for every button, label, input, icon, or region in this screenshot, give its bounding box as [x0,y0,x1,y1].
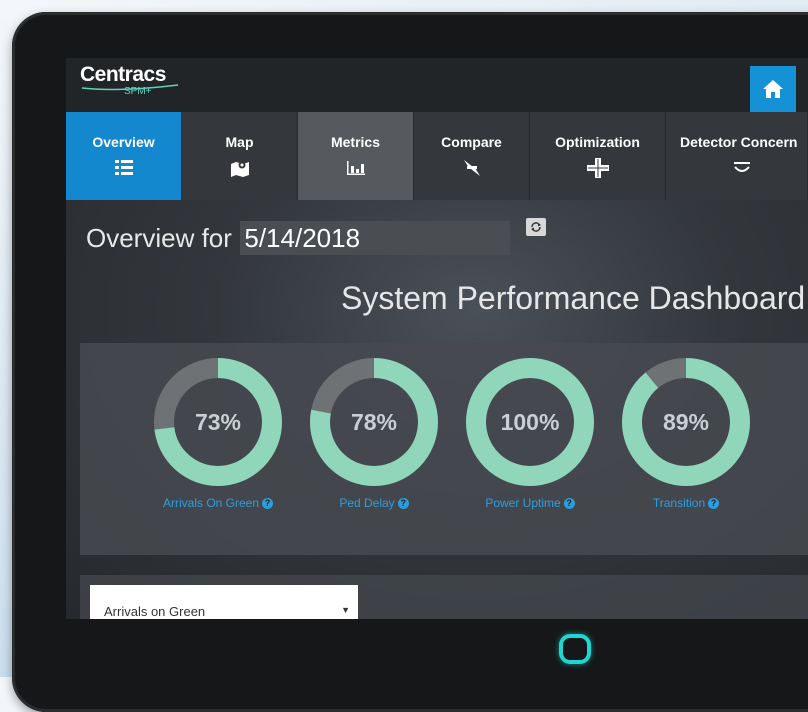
gauge-transition[interactable]: 89% Transition? [616,357,756,510]
overview-label: Overview for [86,222,232,253]
help-icon[interactable]: ? [397,498,409,509]
gauge-label[interactable]: Ped Delay? [304,496,444,510]
tab-label: Compare [441,134,502,150]
tab-detector-concern[interactable]: Detector Concern [666,112,808,200]
date-input[interactable]: 5/14/2018 [240,221,511,255]
detector-icon [732,158,752,178]
metric-panel: Arrivals on Green ▼ [80,575,808,619]
main-nav: Overview Map Metrics Compare Optimizatio… [66,112,808,200]
tab-metrics[interactable]: Metrics [298,112,414,200]
donut-chart: 100% [466,358,594,486]
gauge-label[interactable]: Arrivals On Green? [148,496,288,510]
home-button[interactable] [750,66,796,112]
refresh-icon [531,222,541,232]
gauge-ped-delay[interactable]: 78% Ped Delay? [304,357,444,510]
map-pin-icon [230,158,250,178]
metric-select[interactable]: Arrivals on Green ▼ [90,585,358,619]
tab-label: Detector Concern [680,134,798,150]
help-icon[interactable]: ? [262,498,274,509]
tablet-home-button[interactable] [559,634,591,664]
tab-compare[interactable]: Compare [414,112,530,200]
donut-value: 73% [195,409,241,435]
intersection-icon [586,158,609,178]
help-icon[interactable]: ? [708,498,720,509]
gauge-power-uptime[interactable]: 100% Power Uptime? [460,357,600,510]
overview-date-row: Overview for 5/14/2018 [86,221,511,255]
gauge-label-text: Transition [652,496,706,510]
gauge-label[interactable]: Power Uptime? [460,496,600,510]
gauge-arrivals-on-green[interactable]: 73% Arrivals On Green? [148,357,288,510]
donut-chart: 73% [154,358,282,486]
donut-value: 78% [351,409,397,435]
tab-overview[interactable]: Overview [66,112,182,200]
dashboard-title: System Performance Dashboard [341,280,806,316]
top-bar: Centracs SPM+ [66,58,808,112]
tab-label: Map [225,134,254,150]
donut-value: 89% [663,409,709,435]
tab-label: Optimization [555,134,640,150]
gauge-label-text: Power Uptime [485,496,561,510]
logo-swoosh-icon [81,84,179,91]
donut-chart: 78% [310,358,438,486]
gauge-label-text: Arrivals On Green [162,496,260,510]
compare-arrows-icon [462,158,482,178]
tab-map[interactable]: Map [182,112,298,200]
help-icon[interactable]: ? [563,498,575,509]
gauge-panel: 73% Arrivals On Green? 78% Ped Delay? 100% Po… [80,343,808,555]
bar-chart-icon [346,158,365,178]
app-logo[interactable]: Centracs SPM+ [80,64,179,97]
gauge-label-text: Ped Delay [339,496,395,510]
donut-value: 100% [501,409,560,435]
caret-down-icon: ▼ [341,605,350,615]
tab-label: Metrics [330,134,381,150]
donut-chart: 89% [622,358,750,486]
refresh-button[interactable] [526,218,546,236]
tab-label: Overview [92,134,155,150]
app-screen: Centracs SPM+ Overview Map Metrics Compa… [66,58,808,619]
metric-select-value: Arrivals on Green [104,604,206,619]
home-icon [763,80,783,98]
gauge-label[interactable]: Transition? [616,496,756,510]
list-icon [114,158,133,178]
tab-optimization[interactable]: Optimization [530,112,666,200]
